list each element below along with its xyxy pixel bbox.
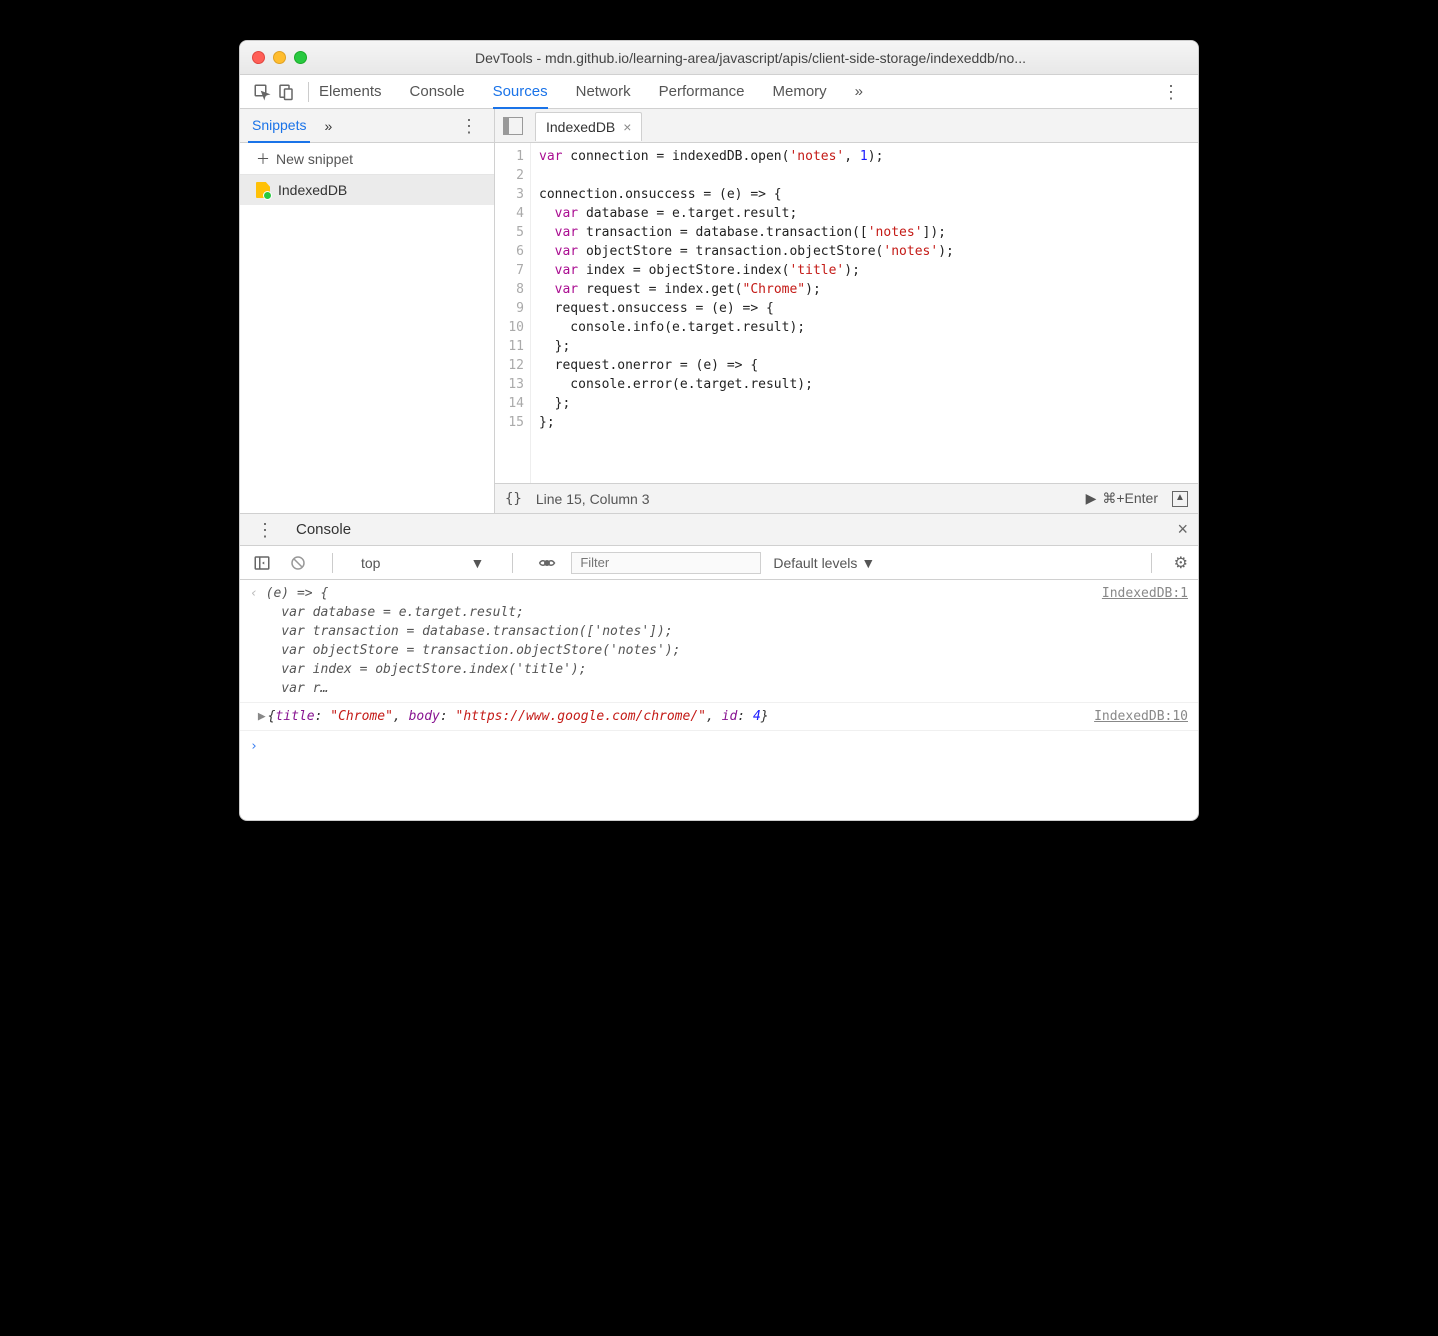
editor-tab-indexeddb[interactable]: IndexedDB × [535, 112, 642, 141]
new-snippet-label: New snippet [276, 151, 353, 167]
divider [308, 82, 309, 102]
chevron-down-icon: ▼ [861, 555, 875, 571]
divider [512, 553, 513, 573]
toggle-debugger-icon[interactable]: ▲ [1172, 491, 1188, 507]
console-message-text: ‹ (e) => { var database = e.target.resul… [250, 584, 1092, 698]
console-filter-input[interactable] [571, 552, 761, 574]
cursor-position: Line 15, Column 3 [536, 491, 650, 507]
chevron-down-icon: ▼ [470, 555, 484, 571]
console-toolbar: top ▼ Default levels ▼ ⚙ [240, 546, 1198, 580]
log-levels-selector[interactable]: Default levels ▼ [773, 555, 875, 571]
console-message-object[interactable]: ▶{title: "Chrome", body: "https://www.go… [250, 707, 1084, 726]
nav-tabs-overflow[interactable]: » [320, 109, 336, 142]
drawer-tab-console[interactable]: Console [296, 521, 351, 538]
titlebar: DevTools - mdn.github.io/learning-area/j… [240, 41, 1198, 75]
inspect-element-icon[interactable] [250, 80, 274, 104]
console-message-source[interactable]: IndexedDB:1 [1092, 584, 1188, 698]
snippet-item-indexeddb[interactable]: IndexedDB [240, 175, 494, 205]
tab-network[interactable]: Network [576, 75, 631, 108]
toggle-navigator-icon[interactable] [503, 117, 523, 135]
log-levels-label: Default levels [773, 555, 857, 571]
sources-panel: Snippets » ⋮ ＋ New snippet IndexedDB Ind… [240, 109, 1198, 514]
live-expression-icon[interactable] [535, 551, 559, 575]
tab-console[interactable]: Console [410, 75, 465, 108]
console-message-source[interactable]: IndexedDB:10 [1084, 707, 1188, 726]
pretty-print-icon[interactable]: {} [505, 491, 522, 507]
line-number-gutter: 123456789101112131415 [495, 143, 531, 483]
context-selector[interactable]: top ▼ [355, 553, 490, 573]
play-icon: ▶ [1086, 490, 1097, 507]
drawer-menu-icon[interactable]: ⋮ [250, 521, 282, 539]
code-content[interactable]: var connection = indexedDB.open('notes',… [531, 143, 962, 483]
nav-tab-snippets[interactable]: Snippets [248, 110, 310, 143]
close-drawer-icon[interactable]: × [1177, 519, 1188, 540]
main-tabs-bar: Elements Console Sources Network Perform… [240, 75, 1198, 109]
minimize-window-button[interactable] [273, 51, 286, 64]
close-window-button[interactable] [252, 51, 265, 64]
console-settings-icon[interactable]: ⚙ [1174, 553, 1188, 573]
nav-more-icon[interactable]: ⋮ [454, 117, 486, 135]
run-snippet-button[interactable]: ▶ ⌘+Enter [1086, 490, 1158, 507]
run-shortcut-label: ⌘+Enter [1102, 490, 1158, 507]
traffic-lights [252, 51, 307, 64]
maximize-window-button[interactable] [294, 51, 307, 64]
console-sidebar-toggle-icon[interactable] [250, 551, 274, 575]
devtools-window: DevTools - mdn.github.io/learning-area/j… [239, 40, 1199, 821]
window-title: DevTools - mdn.github.io/learning-area/j… [315, 50, 1186, 66]
editor-statusbar: {} Line 15, Column 3 ▶ ⌘+Enter ▲ [495, 483, 1198, 513]
divider [1151, 553, 1152, 573]
panel-tabs: Elements Console Sources Network Perform… [319, 75, 863, 108]
clear-console-icon[interactable] [286, 551, 310, 575]
console-output: ‹ (e) => { var database = e.target.resul… [240, 580, 1198, 820]
editor-tab-label: IndexedDB [546, 119, 615, 135]
new-snippet-button[interactable]: ＋ New snippet [240, 143, 494, 175]
device-toolbar-icon[interactable] [274, 80, 298, 104]
snippet-item-label: IndexedDB [278, 182, 347, 198]
drawer-header: ⋮ Console × [240, 514, 1198, 546]
context-label: top [361, 555, 380, 571]
navigator-tabs: Snippets » ⋮ [240, 109, 494, 143]
tab-memory[interactable]: Memory [773, 75, 827, 108]
console-message[interactable]: ‹ (e) => { var database = e.target.resul… [240, 580, 1198, 703]
close-tab-icon[interactable]: × [623, 119, 631, 135]
code-editor[interactable]: 123456789101112131415 var connection = i… [495, 143, 1198, 483]
plus-icon: ＋ [256, 149, 270, 169]
divider [332, 553, 333, 573]
editor-tabs: IndexedDB × [495, 109, 1198, 143]
tab-elements[interactable]: Elements [319, 75, 382, 108]
console-message[interactable]: ▶{title: "Chrome", body: "https://www.go… [240, 703, 1198, 731]
console-prompt[interactable]: › [240, 731, 1198, 762]
navigator-sidebar: Snippets » ⋮ ＋ New snippet IndexedDB [240, 109, 495, 513]
settings-menu-icon[interactable]: ⋮ [1156, 83, 1188, 101]
tab-performance[interactable]: Performance [659, 75, 745, 108]
tabs-overflow[interactable]: » [855, 75, 863, 108]
editor-area: IndexedDB × 123456789101112131415 var co… [495, 109, 1198, 513]
snippet-file-icon [256, 182, 270, 198]
tab-sources[interactable]: Sources [493, 76, 548, 109]
